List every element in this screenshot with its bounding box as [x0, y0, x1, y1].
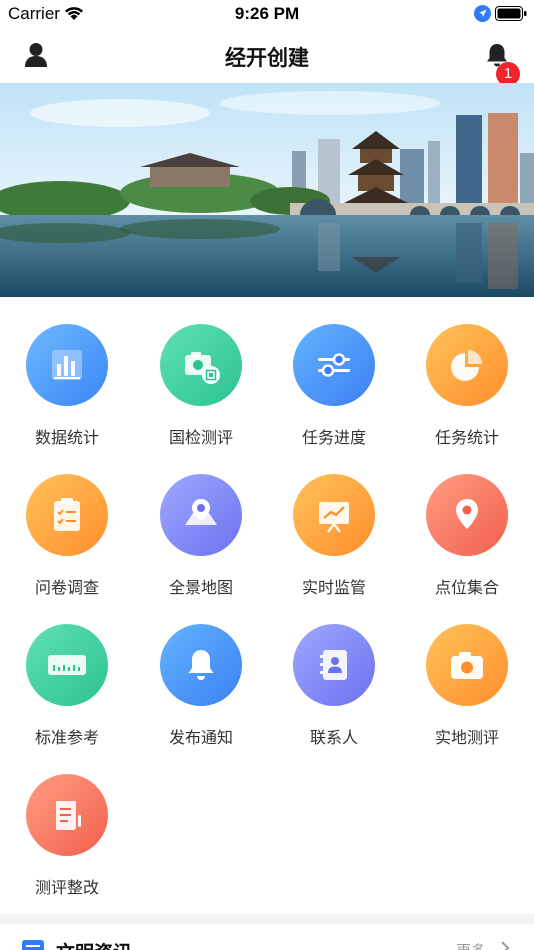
menu-item-realtime-supervision[interactable]: 实时监管 — [267, 450, 401, 600]
menu-item-label: 实地测评 — [434, 730, 499, 747]
contact-book-icon — [320, 650, 347, 680]
nav-bar: 经开创建 1 — [0, 30, 534, 86]
news-more-link[interactable]: 更多 — [456, 940, 486, 950]
bar-chart-icon — [52, 350, 82, 380]
menu-item-label: 实时监管 — [301, 580, 366, 597]
menu-item-label: 数据统计 — [34, 430, 99, 447]
menu-item-label: 点位集合 — [434, 580, 499, 597]
bell-icon — [188, 650, 214, 680]
menu-item-label: 标准参考 — [34, 730, 99, 747]
status-bar: Carrier 9:26 PM — [0, 0, 534, 30]
menu-item-panorama-map[interactable]: 全景地图 — [134, 450, 268, 600]
menu-item-label: 发布通知 — [168, 730, 233, 747]
chevron-right-icon[interactable] — [500, 940, 510, 950]
location-arrow-icon — [474, 5, 491, 22]
section-divider — [0, 914, 534, 924]
map-pin-icon — [185, 499, 217, 525]
camera-icon — [451, 652, 483, 679]
menu-item-publish-notice[interactable]: 发布通知 — [134, 600, 268, 750]
ruler-icon — [48, 655, 86, 675]
menu-item-task-progress[interactable]: 任务进度 — [267, 300, 401, 450]
menu-item-label: 问卷调查 — [34, 580, 99, 597]
menu-item-evaluation-rectification[interactable]: 测评整改 — [0, 750, 134, 900]
page-title: 经开创建 — [225, 47, 309, 70]
menu-item-questionnaire[interactable]: 问卷调查 — [0, 450, 134, 600]
news-section-title: 文明资讯 — [56, 938, 132, 950]
list-icon — [22, 940, 44, 950]
news-section-header: 文明资讯 更多 — [0, 924, 534, 950]
location-pin-icon — [456, 499, 478, 529]
camera-badge-icon — [185, 352, 220, 384]
menu-item-label: 联系人 — [309, 730, 358, 747]
menu-item-label: 任务统计 — [434, 430, 499, 447]
menu-item-label: 国检测评 — [168, 430, 233, 447]
battery-icon — [495, 6, 527, 21]
banner-image[interactable] — [0, 83, 534, 297]
menu-item-label: 测评整改 — [34, 880, 99, 897]
menu-item-contacts[interactable]: 联系人 — [267, 600, 401, 750]
presentation-chart-icon — [319, 502, 349, 533]
menu-item-data-statistics[interactable]: 数据统计 — [0, 300, 134, 450]
document-scroll-icon — [56, 801, 81, 830]
menu-item-label: 任务进度 — [301, 430, 366, 447]
menu-item-field-evaluation[interactable]: 实地测评 — [400, 600, 534, 750]
menu-item-standard-reference[interactable]: 标准参考 — [0, 600, 134, 750]
menu-item-task-statistics[interactable]: 任务统计 — [400, 300, 534, 450]
sliders-icon — [318, 353, 350, 377]
menu-item-label: 全景地图 — [168, 580, 233, 597]
status-time: 9:26 PM — [234, 4, 300, 23]
menu-item-point-collection[interactable]: 点位集合 — [400, 450, 534, 600]
pie-chart-icon — [451, 350, 482, 381]
checklist-icon — [54, 498, 80, 531]
menu-item-national-inspection[interactable]: 国检测评 — [134, 300, 268, 450]
